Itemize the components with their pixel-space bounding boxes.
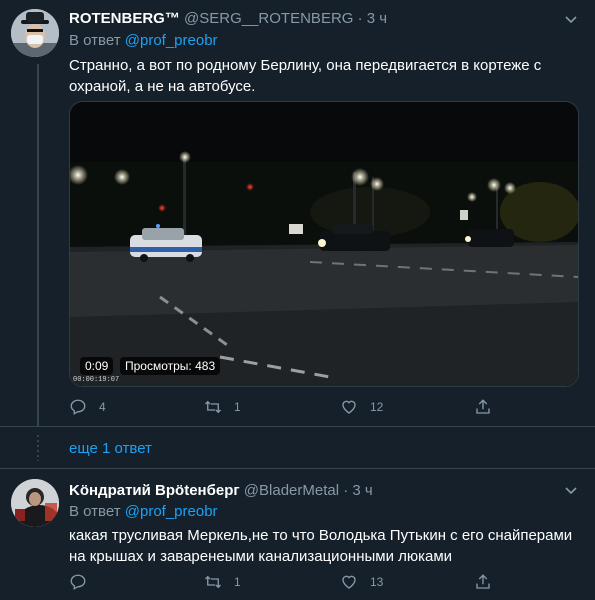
retweet-icon [205,400,221,414]
reply-button[interactable]: 4 [69,398,106,416]
like-button[interactable]: 12 [340,398,383,416]
more-options-chevron-icon[interactable] [565,483,577,498]
thread-line [37,64,39,426]
tweet-header: Köндратий Врötенберг @BladerMetal · 3 ч [69,482,373,499]
reply-prefix: В ответ [69,32,121,49]
video-frame: 00:00:19:07 [70,102,578,386]
share-icon [476,399,490,414]
tweet-text: Странно, а вот по родному Берлину, она п… [69,57,542,95]
video-player[interactable]: 00:00:19:07 0:09 Просмотры: 483 [69,101,579,387]
reply-icon [70,574,86,590]
retweet-icon [205,575,221,589]
tweet-actions: 4 1 12 [69,398,569,418]
video-duration-badge: 0:09 [80,357,114,375]
retweet-button[interactable]: 1 [204,573,241,591]
like-button[interactable]: 13 [340,573,383,591]
separator-dot: · [343,482,349,499]
video-views-badge: Просмотры: 483 [120,357,221,375]
display-name[interactable]: Köндратий Врötенберг [69,482,240,499]
like-count: 13 [370,575,384,589]
user-handle[interactable]: @SERG__ROTENBERG [184,10,353,27]
timestamp[interactable]: 3 ч [367,10,387,27]
tweet[interactable]: Köндратий Врötенберг @BladerMetal · 3 ч … [0,468,595,600]
show-more-replies-link[interactable]: еще 1 ответ [69,440,152,457]
reply-context: В ответ @prof_preobr [69,503,218,520]
share-button[interactable] [474,398,504,416]
retweet-count: 1 [234,575,241,589]
reply-icon [70,399,86,415]
reply-button[interactable] [69,573,99,591]
video-timestamp-overlay: 00:00:19:07 [73,376,119,384]
share-button[interactable] [474,573,504,591]
heart-icon [342,400,356,414]
avatar[interactable] [11,479,59,527]
tweet[interactable]: ROTENBERG™ @SERG__ROTENBERG · 3 ч В отве… [0,0,595,426]
retweet-count: 1 [234,400,241,414]
thread-dots [37,435,39,461]
avatar-image [11,479,59,527]
reply-prefix: В ответ [69,503,121,520]
reply-to-link[interactable]: @prof_preobr [125,503,218,520]
avatar[interactable] [11,9,59,57]
tweet-text: какая трусливая Меркель,не то что Володь… [69,527,573,565]
reply-count: 4 [99,400,106,414]
like-count: 12 [370,400,384,414]
show-more-replies[interactable]: еще 1 ответ [0,426,595,469]
retweet-button[interactable]: 1 [204,398,241,416]
reply-context: В ответ @prof_preobr [69,32,218,49]
tweet-header: ROTENBERG™ @SERG__ROTENBERG · 3 ч [69,10,387,27]
user-handle[interactable]: @BladerMetal [244,482,339,499]
tweet-actions: 1 13 [69,573,569,593]
avatar-image [11,9,59,57]
timestamp[interactable]: 3 ч [352,482,372,499]
display-name[interactable]: ROTENBERG™ [69,10,180,27]
separator-dot: · [357,10,363,27]
heart-icon [342,575,356,589]
more-options-chevron-icon[interactable] [565,12,577,27]
share-icon [476,574,490,589]
reply-to-link[interactable]: @prof_preobr [125,32,218,49]
